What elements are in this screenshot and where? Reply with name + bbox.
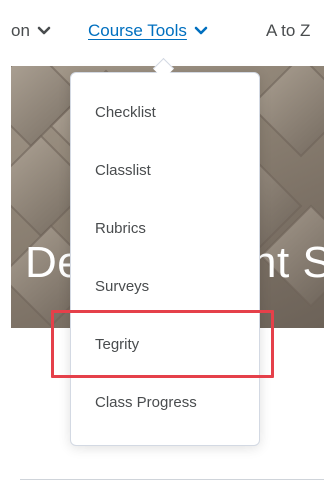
divider [20, 479, 324, 480]
nav-item-course-tools-label: Course Tools [88, 21, 187, 40]
menu-item-class-progress[interactable]: Class Progress [71, 373, 259, 431]
nav-item-course-tools[interactable]: Course Tools [88, 20, 208, 42]
course-tools-dropdown: Checklist Classlist Rubrics Surveys Tegr… [70, 72, 260, 446]
menu-item-label: Checklist [95, 103, 156, 121]
nav-item-a-to-z[interactable]: A to Z [266, 20, 310, 42]
top-navigation: on Course Tools A to Z [0, 0, 324, 66]
menu-item-label: Surveys [95, 277, 150, 295]
menu-item-label: Classlist [95, 161, 151, 179]
menu-item-checklist[interactable]: Checklist [71, 83, 259, 141]
chevron-down-icon [194, 26, 208, 36]
menu-item-classlist[interactable]: Classlist [71, 141, 259, 199]
menu-item-label: Class Progress [95, 393, 197, 411]
menu-item-rubrics[interactable]: Rubrics [71, 199, 259, 257]
menu-item-surveys[interactable]: Surveys [71, 257, 259, 315]
nav-item-a-to-z-label: A to Z [266, 21, 311, 40]
menu-item-label: Rubrics [95, 219, 146, 237]
chevron-down-icon [37, 26, 51, 36]
highlight-box [51, 310, 274, 378]
nav-item-previous-label: on [11, 21, 30, 40]
nav-item-previous[interactable]: on [11, 20, 51, 42]
